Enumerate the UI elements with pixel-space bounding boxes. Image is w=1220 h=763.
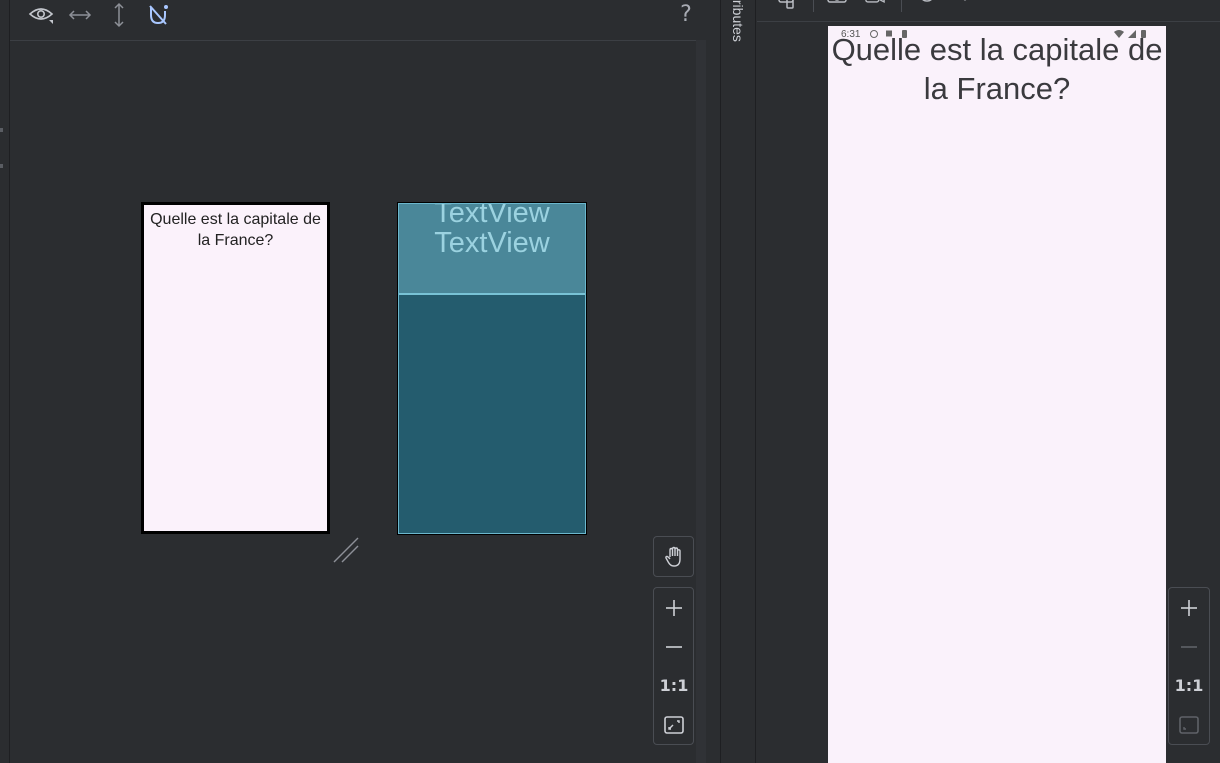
zoom-one-to-one-button[interactable]: 1:1: [654, 666, 694, 705]
blueprint-preview-screen: TextView TextView: [398, 203, 586, 534]
gutter-mark: [0, 128, 3, 132]
horizontal-arrows-icon[interactable]: [67, 2, 93, 28]
zoom-out-button[interactable]: [654, 627, 694, 666]
design-canvas[interactable]: [10, 42, 706, 763]
plus-icon: [1181, 599, 1197, 616]
attributes-side-tab[interactable]: tributes: [720, 0, 756, 763]
history-icon[interactable]: [917, 0, 937, 10]
magnet-off-icon[interactable]: [145, 2, 171, 28]
camera-icon[interactable]: [827, 0, 847, 10]
resize-handle-icon[interactable]: [332, 536, 360, 564]
eye-icon[interactable]: [28, 2, 54, 28]
device-zoom-controls: 1:1: [1168, 587, 1210, 745]
editor-toolbar: ?: [10, 0, 706, 41]
design-preview-screen: Quelle est la capitale de la France?: [144, 205, 327, 531]
device-zoom-one-to-one-button[interactable]: 1:1: [1169, 666, 1209, 705]
device-question-text[interactable]: Quelle est la capitale de la France?: [828, 30, 1166, 108]
editor-vertical-scrollbar[interactable]: [696, 40, 706, 763]
hand-icon: [664, 546, 681, 567]
minus-icon: [666, 645, 682, 648]
more-options-icon[interactable]: [955, 0, 975, 10]
zoom-to-fit-button[interactable]: [654, 705, 694, 744]
gutter-mark: [0, 164, 3, 168]
design-question-text[interactable]: Quelle est la capitale de la France?: [144, 209, 327, 251]
toolbar-separator: [901, 0, 902, 12]
device-zoom-in-button[interactable]: [1169, 588, 1209, 627]
device-rotate-icon[interactable]: [777, 0, 797, 10]
design-preview-frame[interactable]: Quelle est la capitale de la France?: [141, 202, 330, 534]
device-zoom-out-button[interactable]: [1169, 627, 1209, 666]
attributes-tab-label: tributes: [730, 0, 746, 42]
help-button[interactable]: ?: [674, 0, 698, 30]
toolbar-separator: [813, 0, 814, 12]
editor-zoom-controls: 1:1: [653, 587, 694, 745]
video-record-icon[interactable]: [865, 0, 885, 10]
device-zoom-to-fit-button[interactable]: [1169, 705, 1209, 744]
vertical-arrows-icon[interactable]: [106, 2, 132, 28]
blueprint-textview-label: TextView: [434, 204, 550, 229]
blueprint-textview-label: TextView: [434, 227, 550, 259]
device-screen[interactable]: 6:31 Quelle est la capitale de la France…: [828, 26, 1166, 763]
blueprint-preview-frame[interactable]: TextView TextView: [397, 202, 587, 535]
fit-screen-icon: [664, 715, 684, 734]
fit-screen-icon: [1179, 715, 1199, 734]
ide-window: ? Quelle est la capitale de la France? T…: [0, 0, 1220, 763]
layout-editor: ? Quelle est la capitale de la France? T…: [10, 0, 722, 763]
editor-scroll-track: [706, 0, 720, 763]
running-device-panel: 6:31 Quelle est la capitale de la France…: [757, 0, 1220, 763]
minus-icon: [1181, 645, 1197, 648]
device-toolbar: [757, 0, 1220, 22]
zoom-in-button[interactable]: [654, 588, 694, 627]
pan-button[interactable]: [653, 536, 694, 577]
plus-icon: [666, 599, 682, 616]
left-gutter: [0, 0, 10, 763]
blueprint-textview[interactable]: TextView TextView: [399, 204, 585, 295]
